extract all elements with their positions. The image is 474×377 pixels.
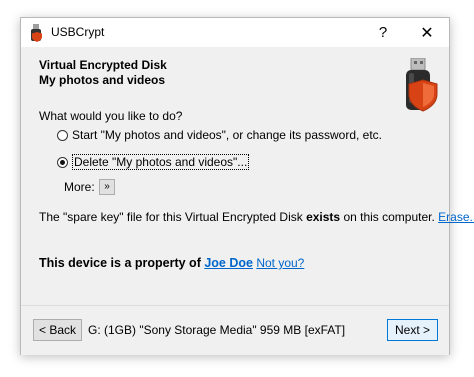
owner-link[interactable]: Joe Doe xyxy=(204,256,253,270)
spare-key-suffix: on this computer. xyxy=(340,210,439,224)
delete-option-label[interactable]: Delete "My photos and videos"... xyxy=(72,154,250,170)
erase-link[interactable]: Erase... xyxy=(438,210,474,224)
usb-drive-icon xyxy=(31,24,42,42)
property-text: This device is a property of xyxy=(39,256,205,270)
disk-heading: Virtual Encrypted Disk My photos and vid… xyxy=(39,58,167,88)
more-label: More: xyxy=(64,180,95,194)
title-bar: USBCrypt ? ✕ xyxy=(21,18,449,47)
spare-key-exists: exists xyxy=(306,210,341,224)
close-button[interactable]: ✕ xyxy=(405,18,449,47)
start-radio[interactable] xyxy=(57,129,68,141)
heading-line-2: My photos and videos xyxy=(39,73,166,87)
start-option[interactable]: Start "My photos and videos", or change … xyxy=(57,128,382,142)
back-button[interactable]: < Back xyxy=(33,319,82,341)
device-info: G: (1GB) "Sony Storage Media" 959 MB [ex… xyxy=(88,323,346,337)
dialog-window: USBCrypt ? ✕ Virtual Encrypted Disk My p… xyxy=(20,17,474,355)
window-title: USBCrypt xyxy=(51,25,105,39)
next-button[interactable]: Next > xyxy=(387,319,438,341)
usb-shield-icon xyxy=(406,58,438,112)
not-you-link[interactable]: Not you? xyxy=(256,256,304,270)
action-question: What would you like to do? xyxy=(39,109,183,123)
delete-radio[interactable] xyxy=(57,156,68,168)
help-button[interactable]: ? xyxy=(361,18,405,47)
dialog-footer: < Back G: (1GB) "Sony Storage Media" 959… xyxy=(21,305,449,355)
device-owner: This device is a property of Joe Doe Not… xyxy=(39,256,304,270)
more-button[interactable]: » xyxy=(99,179,115,195)
start-option-label[interactable]: Start "My photos and videos", or change … xyxy=(72,128,382,142)
spare-key-prefix: The "spare key" file for this Virtual En… xyxy=(39,210,307,224)
delete-option[interactable]: Delete "My photos and videos"... xyxy=(57,154,250,170)
spare-key-status: The "spare key" file for this Virtual En… xyxy=(39,210,474,224)
heading-line-1: Virtual Encrypted Disk xyxy=(39,58,167,72)
